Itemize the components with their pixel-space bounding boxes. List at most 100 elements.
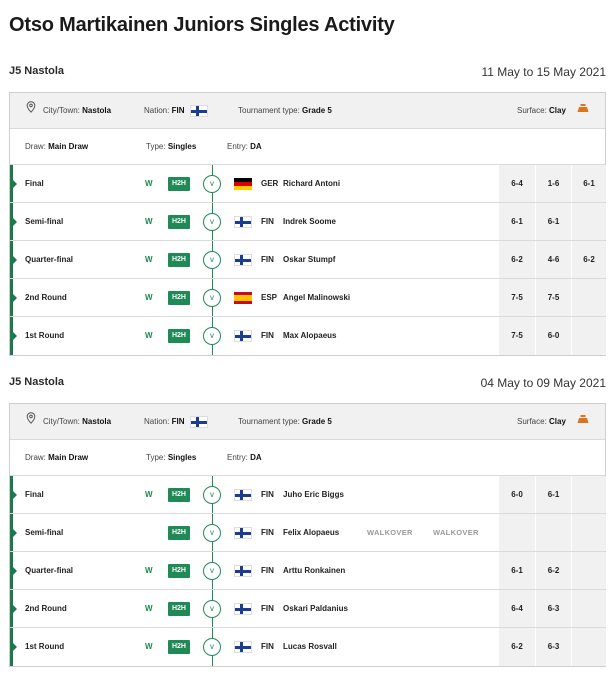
versus-icon: v — [203, 289, 221, 307]
finland-flag-icon — [234, 641, 252, 653]
set-score — [571, 552, 606, 589]
tournament-info-row: City/Town: Nastola Nation: FIN Tournament… — [10, 404, 605, 440]
set-score: 6-2 — [571, 241, 606, 278]
set-score: 6-1 — [571, 165, 606, 202]
set-score: 6-1 — [535, 476, 571, 513]
entry-field: Entry: DA — [227, 142, 262, 151]
opponent-name-link[interactable]: Felix Alopaeus — [283, 514, 339, 552]
versus-icon: v — [203, 213, 221, 231]
set-score: 6-3 — [535, 590, 571, 627]
tournament-name[interactable]: J5 Nastola — [9, 65, 64, 77]
opponent-name-link[interactable]: Angel Malinowski — [283, 279, 350, 317]
tournament-type-field: Tournament type: Grade 5 — [238, 106, 332, 115]
finland-flag-icon — [234, 216, 252, 228]
versus-icon: v — [203, 524, 221, 542]
walkover-label: WALKOVER — [433, 528, 479, 537]
draw-info-row: Draw: Main Draw Type: Singles Entry: DA — [10, 129, 605, 165]
opponent-name-link[interactable]: Arttu Ronkainen — [283, 552, 345, 590]
location-pin-icon — [26, 93, 36, 113]
set-score: 1-6 — [535, 165, 571, 202]
set-score: 6-0 — [499, 476, 535, 513]
match-row[interactable]: Quarter-final W H2H v FIN Arttu Ronkainen 6-1 6… — [10, 552, 606, 590]
spain-flag-icon — [234, 292, 252, 304]
opponent-nation: FIN — [261, 566, 274, 575]
set-score — [499, 514, 535, 551]
draw-field: Draw: Main Draw — [25, 453, 89, 462]
opponent-name-link[interactable]: Max Alopaeus — [283, 317, 337, 355]
set-score — [571, 590, 606, 627]
opponent-nation: FIN — [261, 604, 274, 613]
walkover-label: WALKOVER — [367, 528, 413, 537]
match-row[interactable]: 2nd Round W H2H v FIN Oskari Paldanius 6-4 6-3 — [10, 590, 606, 628]
tournament-info-row: City/Town: Nastola Nation: FIN Tournament… — [10, 93, 605, 129]
h2h-button[interactable]: H2H — [168, 177, 190, 191]
set-score: 6-0 — [535, 317, 571, 355]
set-score — [571, 203, 606, 240]
tournament-dates: 11 May to 15 May 2021 — [481, 65, 606, 79]
match-result: W — [145, 255, 153, 264]
singles-type-field: Type: Singles — [146, 142, 197, 151]
h2h-button[interactable]: H2H — [168, 488, 190, 502]
match-result: W — [145, 293, 153, 302]
tournament-name[interactable]: J5 Nastola — [9, 376, 64, 388]
opponent-name-link[interactable]: Oskar Stumpf — [283, 241, 335, 279]
singles-type-field: Type: Singles — [146, 453, 197, 462]
h2h-button[interactable]: H2H — [168, 564, 190, 578]
city-field: City/Town: Nastola — [43, 106, 112, 115]
page-title: Otso Martikainen Juniors Singles Activit… — [9, 14, 395, 36]
match-row[interactable]: Final W H2H v GER Richard Antoni 6-4 1-6 6-1 — [10, 165, 606, 203]
clay-court-icon — [577, 93, 589, 112]
match-row[interactable]: Final W H2H v FIN Juho Eric Biggs 6-0 6-1 — [10, 476, 606, 514]
opponent-name-link[interactable]: Oskari Paldanius — [283, 590, 348, 628]
versus-icon: v — [203, 638, 221, 656]
h2h-button[interactable]: H2H — [168, 640, 190, 654]
tournament-details: City/Town: Nastola Nation: FIN Tournament… — [9, 403, 606, 667]
set-score: 4-6 — [535, 241, 571, 278]
opponent-name-link[interactable]: Lucas Rosvall — [283, 628, 337, 666]
match-row[interactable]: Semi-final W H2H v FIN Indrek Soome 6-1 6-1 — [10, 203, 606, 241]
set-score — [571, 628, 606, 666]
round-label: Final — [25, 490, 44, 499]
opponent-name-link[interactable]: Richard Antoni — [283, 165, 340, 203]
opponent-nation: FIN — [261, 528, 274, 537]
match-row[interactable]: 2nd Round W H2H v ESP Angel Malinowski 7-5 7-5 — [10, 279, 606, 317]
match-row[interactable]: 1st Round W H2H v FIN Lucas Rosvall 6-2 6-3 — [10, 628, 606, 666]
draw-info-row: Draw: Main Draw Type: Singles Entry: DA — [10, 440, 605, 476]
set-score: 6-2 — [535, 552, 571, 589]
opponent-nation: GER — [261, 179, 279, 188]
match-row-marker — [10, 628, 17, 666]
set-score: 6-1 — [535, 203, 571, 240]
finland-flag-icon — [234, 527, 252, 539]
versus-icon: v — [203, 251, 221, 269]
h2h-button[interactable]: H2H — [168, 602, 190, 616]
match-row[interactable]: Quarter-final W H2H v FIN Oskar Stumpf 6-2 4-6 6… — [10, 241, 606, 279]
finland-flag-icon — [189, 415, 208, 428]
h2h-button[interactable]: H2H — [168, 526, 190, 540]
round-label: 1st Round — [25, 642, 65, 651]
opponent-name-link[interactable]: Indrek Soome — [283, 203, 336, 241]
match-row[interactable]: Semi-final H2H v FIN Felix Alopaeus WALKOVER W… — [10, 514, 606, 552]
tournament-details: City/Town: Nastola Nation: FIN Tournament… — [9, 92, 606, 356]
tournament-type-field: Tournament type: Grade 5 — [238, 417, 332, 426]
finland-flag-icon — [234, 603, 252, 615]
h2h-button[interactable]: H2H — [168, 253, 190, 267]
finland-flag-icon — [234, 330, 252, 342]
h2h-button[interactable]: H2H — [168, 215, 190, 229]
surface-field: Surface: Clay — [517, 106, 566, 115]
h2h-button[interactable]: H2H — [168, 291, 190, 305]
set-score: 6-2 — [499, 241, 535, 278]
tournament-header: J5 Nastola 04 May to 09 May 2021 — [9, 376, 606, 396]
draw-field: Draw: Main Draw — [25, 142, 89, 151]
entry-field: Entry: DA — [227, 453, 262, 462]
finland-flag-icon — [189, 104, 208, 117]
match-row-marker — [10, 165, 17, 202]
match-result: W — [145, 604, 153, 613]
h2h-button[interactable]: H2H — [168, 329, 190, 343]
match-row[interactable]: 1st Round W H2H v FIN Max Alopaeus 7-5 6-0 — [10, 317, 606, 355]
set-score: 6-4 — [499, 590, 535, 627]
opponent-name-link[interactable]: Juho Eric Biggs — [283, 476, 344, 514]
round-label: Quarter-final — [25, 566, 74, 575]
round-label: Semi-final — [25, 528, 64, 537]
versus-icon: v — [203, 562, 221, 580]
versus-icon: v — [203, 175, 221, 193]
